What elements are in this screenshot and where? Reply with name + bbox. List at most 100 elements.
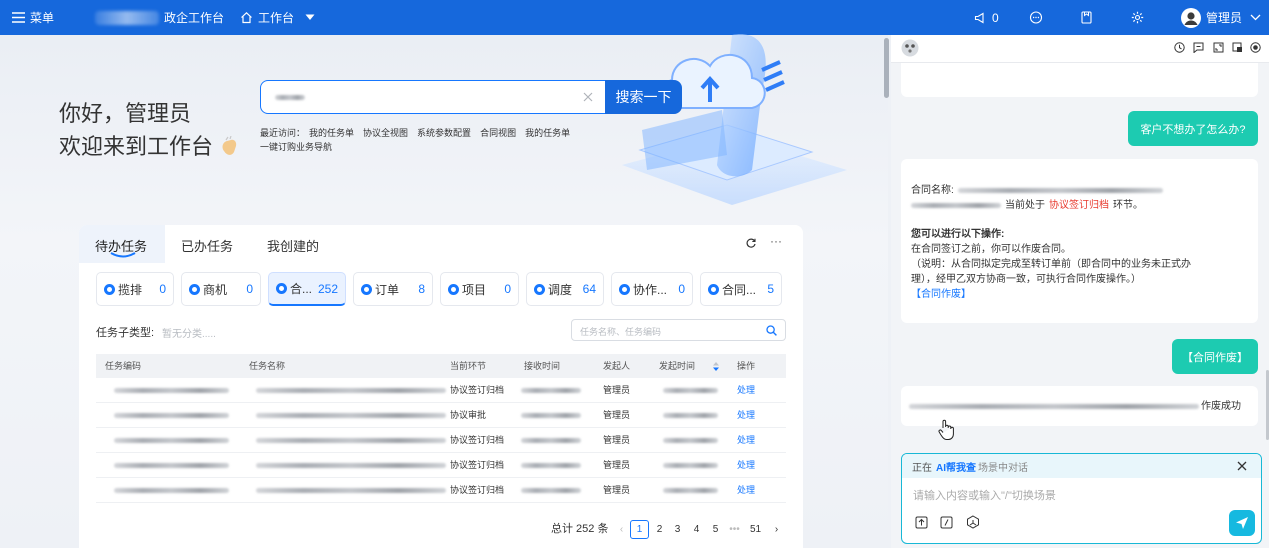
row-action-link[interactable]: 处理: [737, 378, 755, 402]
recent-visits: 最近访问： 我的任务单 协议全视图 系统参数配置 合同视图 我的任务单 一键订购业务导航: [260, 126, 579, 154]
avatar: [1181, 7, 1201, 28]
send-icon: [1236, 517, 1248, 529]
row-action-link[interactable]: 处理: [737, 428, 755, 452]
chip-contract[interactable]: 合... 252: [268, 272, 346, 306]
more-icon[interactable]: ···: [770, 234, 782, 248]
greeting-line-1: 你好，管理员: [59, 101, 192, 126]
tab-created[interactable]: 我创建的: [267, 236, 319, 255]
close-icon[interactable]: [1237, 461, 1247, 471]
workspace-switcher[interactable]: 工作台: [240, 0, 315, 35]
user-menu[interactable]: 管理员: [1181, 0, 1261, 35]
chip-dot-icon: [708, 283, 719, 295]
notifications-count: 0: [992, 10, 999, 25]
recent-link[interactable]: 我的任务单: [309, 128, 354, 138]
recent-link[interactable]: 一键订购业务导航: [260, 142, 332, 152]
recent-link[interactable]: 系统参数配置: [417, 128, 471, 138]
subtype-select[interactable]: 暂无分类.....: [162, 325, 216, 340]
megaphone-icon: [974, 12, 984, 23]
page-ellipsis[interactable]: •••: [725, 520, 744, 539]
page-5[interactable]: 5: [706, 520, 725, 539]
row-action-link[interactable]: 处理: [737, 478, 755, 502]
ops-line: 在合同签订之前，你可以作废合同。: [911, 244, 1071, 255]
brand-suffix: 政企工作台: [164, 11, 225, 25]
page-1[interactable]: 1: [630, 520, 649, 539]
search-button[interactable]: 搜索一下: [605, 80, 682, 114]
task-search-input[interactable]: 任务名称、任务编码: [571, 319, 786, 341]
record-icon[interactable]: [1250, 42, 1261, 53]
table-header: 任务编码 任务名称 当前环节 接收时间 发起人 发起时间 操作: [96, 354, 786, 378]
caret-down-icon: [305, 14, 315, 20]
popout-icon[interactable]: [1232, 42, 1243, 53]
row-action-link[interactable]: 处理: [737, 453, 755, 477]
scene-icon[interactable]: [966, 515, 980, 529]
page-3[interactable]: 3: [668, 520, 687, 539]
chip-schedule[interactable]: 揽排 0: [96, 272, 174, 306]
sort-icon[interactable]: [713, 362, 719, 371]
history-icon[interactable]: [1174, 42, 1185, 53]
table-row[interactable]: 协议审批 管理员 处理: [96, 403, 786, 428]
chip-collab[interactable]: 协作... 0: [611, 272, 693, 306]
redacted-task-code: [114, 388, 229, 393]
row-action-link[interactable]: 处理: [737, 403, 755, 427]
global-search-input[interactable]: [260, 80, 606, 114]
tab-done[interactable]: 已办任务: [181, 236, 233, 255]
search-icon[interactable]: [766, 325, 777, 336]
messages-button[interactable]: [1029, 0, 1043, 35]
recent-link[interactable]: 我的任务单: [525, 128, 570, 138]
row-initiator: 管理员: [603, 460, 631, 470]
recent-link[interactable]: 合同视图: [480, 128, 516, 138]
table-row[interactable]: 协议签订归档 管理员 处理: [96, 478, 786, 503]
user-message: 客户不想办了怎么办?: [1128, 111, 1258, 146]
chip-opportunity[interactable]: 商机 0: [181, 272, 261, 306]
redacted-task-name: [256, 388, 446, 393]
documents-button[interactable]: [1081, 0, 1092, 35]
redacted-task-name: [256, 488, 446, 493]
menu-button[interactable]: 菜单: [12, 0, 54, 35]
chip-contract-2[interactable]: 合同... 5: [700, 272, 782, 306]
refresh-icon[interactable]: [746, 238, 756, 248]
stage-prefix: 当前处于: [1005, 200, 1045, 211]
table-row[interactable]: 协议签订归档 管理员 处理: [96, 378, 786, 403]
recent-link[interactable]: 协议全视图: [363, 128, 408, 138]
chip-count: 64: [582, 282, 596, 296]
page-last[interactable]: 51: [746, 520, 765, 539]
menu-icon: [12, 12, 25, 23]
send-button[interactable]: [1229, 510, 1255, 536]
upload-icon[interactable]: [915, 516, 928, 529]
table-row[interactable]: 协议签订归档 管理员 处理: [96, 428, 786, 453]
slash-command-icon[interactable]: [940, 516, 953, 529]
chip-count: 5: [767, 282, 774, 296]
total-count: 总计 252 条: [551, 523, 609, 535]
void-contract-link[interactable]: 【合同作废】: [911, 287, 1248, 302]
chat-input[interactable]: 请输入内容或输入"/"切换场景: [913, 487, 1056, 503]
column-header: 当前环节: [450, 361, 487, 371]
chip-dot-icon: [276, 283, 287, 294]
assistant-message: 合同名称: 当前处于 协议签订归档 环节。 您可以进行以下操作: 在合同签订之前，你…: [901, 159, 1258, 323]
status-scene: AI帮我查: [936, 462, 976, 474]
chip-count: 0: [246, 282, 253, 296]
table-row[interactable]: 协议签订归档 管理员 处理: [96, 453, 786, 478]
tab-active-indicator: [110, 252, 136, 258]
page-4[interactable]: 4: [687, 520, 706, 539]
new-chat-icon[interactable]: [1193, 42, 1204, 53]
stage-suffix: 环节。: [1113, 200, 1143, 211]
redacted-received-time: [521, 463, 581, 468]
redacted-task-name: [256, 463, 446, 468]
chip-dispatch[interactable]: 调度 64: [526, 272, 604, 306]
next-page-icon[interactable]: ›: [767, 520, 786, 539]
notifications-button[interactable]: 0: [974, 0, 999, 35]
chip-project[interactable]: 项目 0: [440, 272, 519, 306]
status-suffix: 场景中对话: [978, 462, 1028, 474]
prev-page-icon[interactable]: ‹: [612, 520, 631, 539]
main-scrollbar[interactable]: [884, 38, 889, 98]
task-table: 任务编码 任务名称 当前环节 接收时间 发起人 发起时间 操作 协议签订归档 管…: [96, 354, 786, 503]
clear-icon[interactable]: [583, 92, 593, 102]
redacted-task-name: [256, 413, 446, 418]
chip-order[interactable]: 订单 8: [353, 272, 433, 306]
expand-icon[interactable]: [1213, 42, 1224, 53]
ops-title: 您可以进行以下操作:: [911, 229, 1005, 240]
settings-button[interactable]: [1131, 0, 1144, 35]
page-2[interactable]: 2: [650, 520, 669, 539]
chip-dot-icon: [361, 283, 372, 295]
contract-label: 合同名称:: [911, 185, 954, 196]
